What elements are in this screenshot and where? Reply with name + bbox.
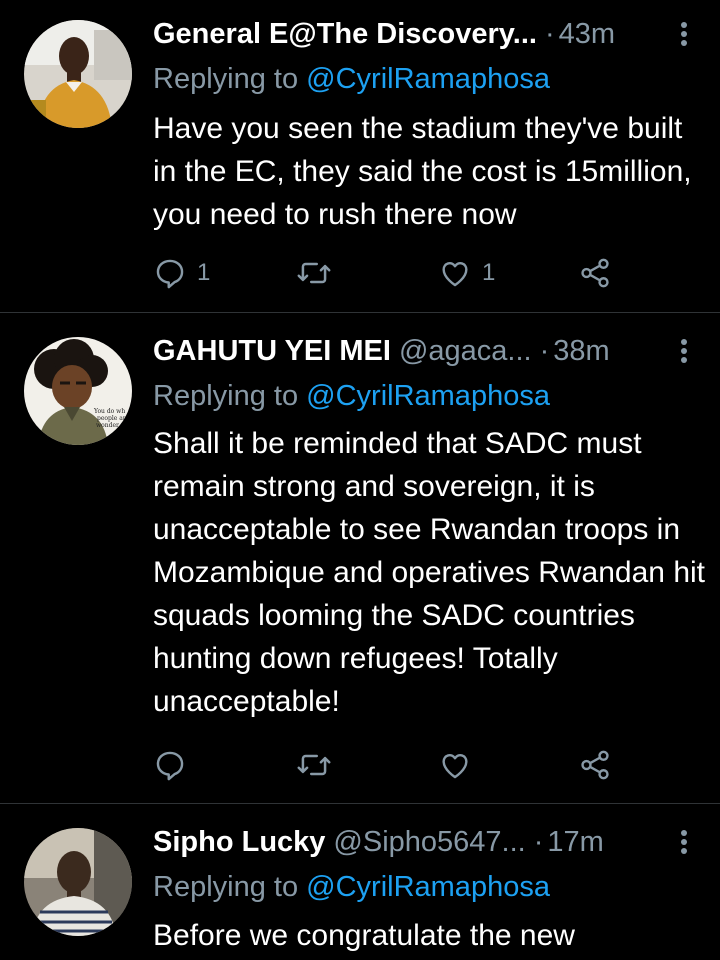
share-icon [578, 748, 612, 782]
mention-link[interactable]: @CyrilRamaphosa [306, 871, 550, 903]
username[interactable]: @agaca... [399, 331, 532, 371]
heart-icon [438, 748, 472, 782]
reply-icon [153, 256, 187, 290]
like-button[interactable]: 1 [438, 253, 495, 293]
like-button[interactable] [438, 745, 482, 785]
replying-to: Replying to @CyrilRamaphosa [153, 59, 550, 99]
reply-button[interactable]: 1 [153, 253, 210, 293]
avatar[interactable]: You do wh people ar wonder.. w [24, 337, 132, 445]
retweet-button[interactable] [296, 253, 342, 293]
replying-label: Replying to [153, 63, 307, 95]
action-bar [153, 745, 623, 785]
mention-link[interactable]: @CyrilRamaphosa [306, 63, 550, 95]
username[interactable]: @Sipho5647... [333, 822, 525, 862]
separator-dot: · [539, 335, 550, 367]
share-button[interactable] [578, 745, 612, 785]
retweet-icon [296, 256, 332, 290]
separator-dot: · [544, 18, 555, 50]
tweet-header: Sipho Lucky @Sipho5647... · 17m [153, 822, 696, 862]
more-vertical-icon[interactable] [672, 333, 696, 369]
tweet-header: General E@The Discovery... · 43m [153, 14, 696, 54]
replying-to: Replying to @CyrilRamaphosa [153, 376, 550, 416]
svg-text:You do wh: You do wh [93, 408, 125, 415]
timestamp[interactable]: 38m [553, 331, 609, 371]
timestamp[interactable]: 43m [559, 14, 615, 54]
more-vertical-icon[interactable] [672, 824, 696, 860]
share-icon [578, 256, 612, 290]
tweet-text: Before we congratulate the new [153, 919, 575, 952]
like-count: 1 [482, 259, 496, 286]
avatar[interactable] [24, 20, 132, 128]
action-bar: 1 1 [153, 253, 623, 293]
timestamp[interactable]: 17m [547, 822, 603, 862]
replying-label: Replying to [153, 380, 307, 412]
display-name[interactable]: General E@The Discovery... [153, 14, 537, 54]
mention-link[interactable]: @CyrilRamaphosa [306, 380, 550, 412]
display-name[interactable]: Sipho Lucky [153, 822, 325, 862]
svg-text:people ar: people ar [97, 415, 126, 422]
tweet-card[interactable]: You do wh people ar wonder.. w GAHUTU YE… [0, 313, 720, 803]
tweet-card[interactable]: Sipho Lucky @Sipho5647... · 17m Replying… [0, 804, 720, 960]
display-name[interactable]: GAHUTU YEI MEI [153, 331, 391, 371]
replying-to: Replying to @CyrilRamaphosa [153, 867, 550, 907]
separator-dot: · [533, 826, 544, 858]
retweet-button[interactable] [296, 745, 342, 785]
retweet-icon [296, 748, 332, 782]
tweet-text: Shall it be reminded that SADC must rema… [153, 427, 705, 718]
tweet-text: Have you seen the stadium they've built … [153, 112, 692, 231]
tweet-card[interactable]: General E@The Discovery... · 43m Replyin… [0, 0, 720, 312]
reply-icon [153, 748, 187, 782]
reply-button[interactable] [153, 745, 197, 785]
replying-label: Replying to [153, 871, 307, 903]
heart-icon [438, 256, 472, 290]
share-button[interactable] [578, 253, 612, 293]
avatar[interactable] [24, 828, 132, 936]
reply-count: 1 [197, 259, 211, 286]
tweet-header: GAHUTU YEI MEI @agaca... · 38m [153, 331, 696, 371]
svg-text:wonder.. w: wonder.. w [96, 422, 130, 429]
more-vertical-icon[interactable] [672, 16, 696, 52]
